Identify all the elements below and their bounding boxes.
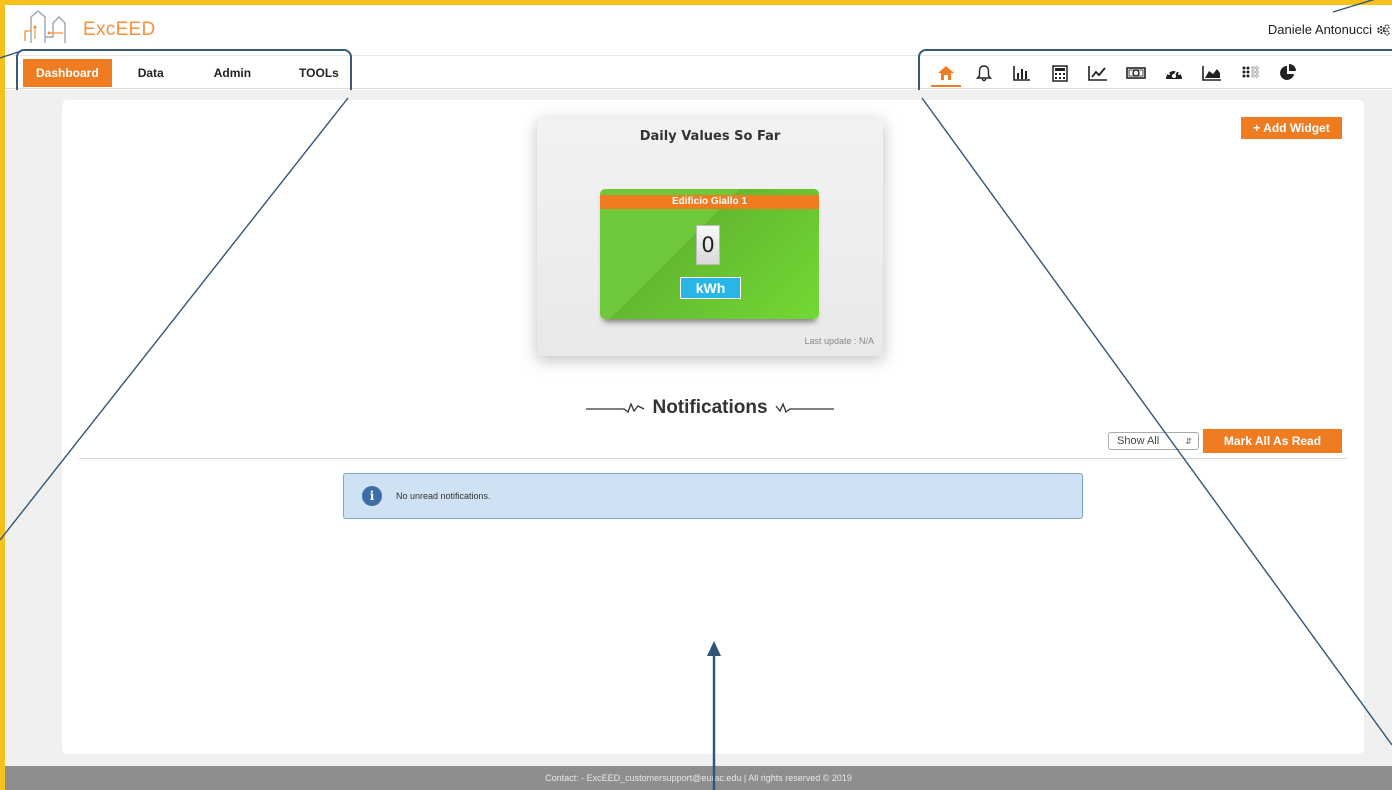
right-ornament-icon [775, 402, 834, 414]
widget-title: Daily Values So Far [639, 129, 781, 144]
left-ornament-icon [586, 402, 645, 414]
filter-value: Show All [1117, 435, 1160, 447]
logo-house-icon [24, 10, 66, 43]
energy-counter: 0 [696, 225, 720, 265]
unit-badge: kWh [680, 277, 741, 299]
building-label: Edificio Giallo 1 [600, 195, 819, 209]
notifications-title: Notifications [652, 397, 768, 418]
alert-message: No unread notifications. [396, 491, 491, 501]
mark-all-read-button[interactable]: Mark All As Read [1203, 429, 1342, 453]
page-footer: Contact: - ExcEED_customersupport@eurac.… [5, 766, 1392, 790]
energy-card: Edificio Giallo 1 0 kWh [600, 189, 819, 319]
app-logo[interactable]: ExcEED [23, 9, 156, 49]
user-menu[interactable]: Daniele Antonucci [1268, 22, 1390, 37]
gears-icon [1377, 23, 1390, 36]
no-notifications-alert: i No unread notifications. [343, 473, 1083, 519]
user-name: Daniele Antonucci [1267, 22, 1372, 37]
add-widget-button[interactable]: + Add Widget [1241, 117, 1342, 139]
notification-filter-select[interactable]: Show All ⇵ [1108, 432, 1199, 450]
info-icon: i [362, 486, 382, 506]
footer-text: Contact: - ExcEED_customersupport@eurac.… [545, 773, 852, 783]
notifications-heading: Notifications [575, 396, 845, 420]
select-arrows-icon: ⇵ [1185, 436, 1192, 446]
notifications-divider [79, 458, 1347, 459]
logo-text: ExcEED [83, 19, 156, 40]
daily-values-widget[interactable]: Daily Values So Far Edificio Giallo 1 0 … [537, 118, 883, 356]
last-update-text: Last update : N/A [804, 336, 874, 346]
